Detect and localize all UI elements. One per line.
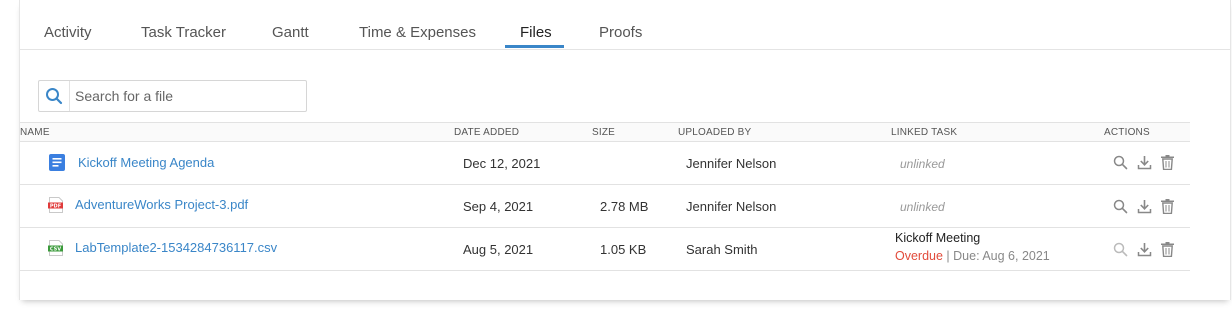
tab-task-tracker[interactable]: Task Tracker <box>141 24 226 42</box>
table-header: NAME DATE ADDED SIZE UPLOADED BY LINKED … <box>20 122 1190 142</box>
uploaded-by: Jennifer Nelson <box>686 156 777 171</box>
delete-icon[interactable] <box>1161 199 1174 219</box>
svg-text:CSV: CSV <box>50 246 61 252</box>
file-name-link[interactable]: Kickoff Meeting Agenda <box>78 155 214 170</box>
delete-icon[interactable] <box>1161 242 1174 262</box>
due-date: Due: Aug 6, 2021 <box>953 249 1050 263</box>
doc-icon <box>49 154 65 176</box>
file-name-link[interactable]: AdventureWorks Project-3.pdf <box>75 197 248 212</box>
tab-files[interactable]: Files <box>520 24 552 42</box>
overdue-badge: Overdue <box>895 249 943 263</box>
column-header-date-added[interactable]: DATE ADDED <box>454 127 519 138</box>
download-icon[interactable] <box>1137 242 1152 262</box>
table-row: Kickoff Meeting Agenda Dec 12, 2021 Jenn… <box>20 142 1190 185</box>
date-added: Sep 4, 2021 <box>463 199 534 214</box>
table-row: CSV LabTemplate2-1534284736117.csv Aug 5… <box>20 228 1190 271</box>
search-icon[interactable] <box>39 81 70 111</box>
column-header-linked-task[interactable]: LINKED TASK <box>891 127 957 138</box>
linked-task-status: unlinked <box>900 157 945 171</box>
download-icon[interactable] <box>1137 155 1152 175</box>
column-header-size[interactable]: SIZE <box>592 127 615 138</box>
download-icon[interactable] <box>1137 199 1152 219</box>
pdf-icon: PDF <box>48 197 64 218</box>
csv-icon: CSV <box>48 240 64 261</box>
delete-icon[interactable] <box>1161 155 1174 175</box>
file-search-box <box>38 80 307 112</box>
files-panel: Activity Task Tracker Gantt Time & Expen… <box>19 0 1231 300</box>
date-added: Dec 12, 2021 <box>463 156 541 171</box>
file-size: 1.05 KB <box>600 242 647 257</box>
linked-task-link[interactable]: Kickoff Meeting <box>895 231 980 245</box>
due-separator: | <box>942 249 954 263</box>
active-tab-indicator <box>505 45 564 48</box>
preview-icon[interactable] <box>1113 199 1128 219</box>
linked-task-status: unlinked <box>900 200 945 214</box>
column-header-name[interactable]: NAME <box>20 127 50 138</box>
linked-task-meta: Overdue | Due: Aug 6, 2021 <box>895 249 1050 263</box>
preview-icon[interactable] <box>1113 155 1128 175</box>
date-added: Aug 5, 2021 <box>463 242 534 257</box>
column-header-actions: ACTIONS <box>1104 127 1150 138</box>
tab-gantt[interactable]: Gantt <box>272 24 309 42</box>
column-header-uploaded-by[interactable]: UPLOADED BY <box>678 127 751 138</box>
search-input[interactable] <box>71 81 305 111</box>
tab-activity[interactable]: Activity <box>44 24 92 42</box>
file-name-link[interactable]: LabTemplate2-1534284736117.csv <box>75 240 277 255</box>
tab-bar: Activity Task Tracker Gantt Time & Expen… <box>20 0 1230 50</box>
uploaded-by: Sarah Smith <box>686 242 758 257</box>
preview-icon[interactable] <box>1113 242 1128 262</box>
tab-time-expenses[interactable]: Time & Expenses <box>359 24 476 42</box>
file-size: 2.78 MB <box>600 199 649 214</box>
svg-text:PDF: PDF <box>50 203 61 209</box>
uploaded-by: Jennifer Nelson <box>686 199 777 214</box>
table-row: PDF AdventureWorks Project-3.pdf Sep 4, … <box>20 185 1190 228</box>
tab-proofs[interactable]: Proofs <box>599 24 642 42</box>
